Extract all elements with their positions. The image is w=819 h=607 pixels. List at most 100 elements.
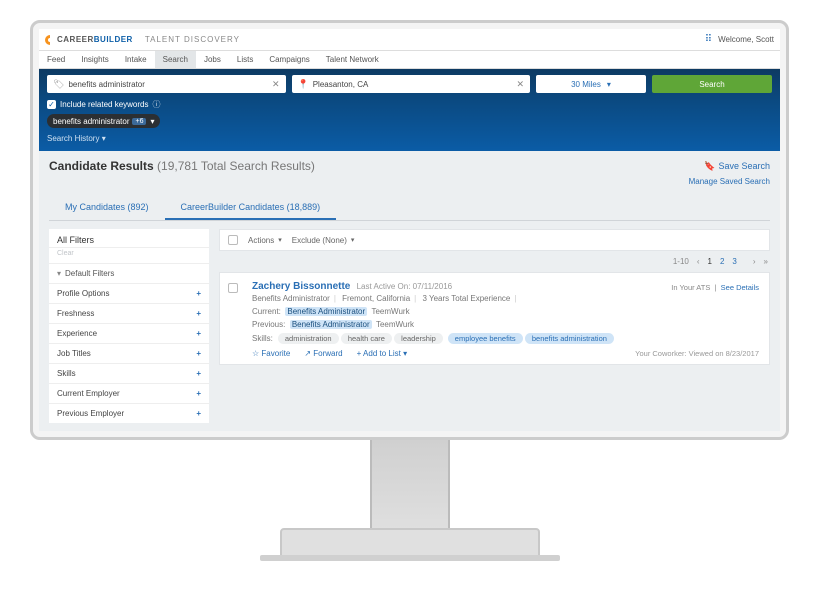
skill-tag[interactable]: health care <box>341 333 392 344</box>
filter-current-employer[interactable]: Current Employer+ <box>49 383 209 403</box>
filters-group-title[interactable]: ▾ Default Filters <box>49 263 209 283</box>
bookmark-icon: 🔖 <box>704 161 715 172</box>
filter-experience[interactable]: Experience+ <box>49 323 209 343</box>
pager-page-1[interactable]: 1 <box>708 257 712 266</box>
plus-icon: + <box>196 329 201 338</box>
pager-page-3[interactable]: 3 <box>732 257 736 266</box>
top-bar: CAREERBUILDER TALENT DISCOVERY ⠿ Welcome… <box>39 29 780 51</box>
radius-value: 30 Miles <box>571 80 601 89</box>
results-count: (19,781 Total Search Results) <box>157 159 315 173</box>
save-search-link[interactable]: 🔖 Save Search <box>704 161 770 172</box>
main-menu: FeedInsightsIntakeSearchJobsListsCampaig… <box>39 51 780 69</box>
plus-icon: + <box>196 409 201 418</box>
candidate-name[interactable]: Zachery Bissonnette <box>252 281 350 292</box>
pager: 1-10 ‹ 123 › » <box>219 251 770 272</box>
skills-label: Skills: <box>252 334 273 343</box>
plus-icon: + <box>196 389 201 398</box>
chevron-down-icon: ▾ <box>57 269 61 278</box>
select-all-checkbox[interactable] <box>228 235 238 245</box>
menu-search[interactable]: Search <box>155 51 196 68</box>
pager-prev-icon[interactable]: ‹ <box>697 257 700 266</box>
radius-select[interactable]: 30 Miles ▾ <box>536 75 646 93</box>
pager-last-icon[interactable]: » <box>764 257 768 266</box>
monitor-stand-neck <box>370 440 450 535</box>
skill-tag-highlight[interactable]: benefits administration <box>525 333 614 344</box>
menu-campaigns[interactable]: Campaigns <box>261 51 317 68</box>
filters-clear-link[interactable]: Clear <box>49 248 209 263</box>
plus-icon: + <box>196 349 201 358</box>
candidate-card: In Your ATS | See Details Zachery Bisson… <box>219 272 770 365</box>
brand-logo: CAREERBUILDER <box>45 35 133 45</box>
search-history-link[interactable]: Search History ▾ <box>47 134 772 143</box>
candidate-last-active: Last Active On: 07/11/2016 <box>357 282 453 291</box>
skill-tag[interactable]: administration <box>278 333 339 344</box>
monitor-stand-base <box>280 528 540 558</box>
menu-insights[interactable]: Insights <box>73 51 117 68</box>
keyword-pill[interactable]: benefits administrator +6 ▾ <box>47 114 160 128</box>
actions-bar: Actions ▾ Exclude (None) ▾ <box>219 229 770 251</box>
clear-keyword-icon[interactable]: ✕ <box>272 79 280 90</box>
filters-header: All Filters <box>49 229 209 248</box>
filter-profile-options[interactable]: Profile Options+ <box>49 283 209 303</box>
search-button[interactable]: Search <box>652 75 772 93</box>
pager-page-2[interactable]: 2 <box>720 257 724 266</box>
menu-talent-network[interactable]: Talent Network <box>318 51 387 68</box>
add-to-list-button[interactable]: + Add to List ▾ <box>357 349 408 358</box>
brand-text-right: BUILDER <box>94 35 133 44</box>
location-value: Pleasanton, CA <box>313 80 369 89</box>
result-tab-0[interactable]: My Candidates (892) <box>49 196 165 220</box>
pager-next-icon[interactable]: › <box>753 257 756 266</box>
candidate-previous: Previous: Benefits Administrator TeemWur… <box>252 320 759 329</box>
candidate-current: Current: Benefits Administrator TeemWurk <box>252 307 759 316</box>
result-tabs: My Candidates (892)CareerBuilder Candida… <box>49 196 770 221</box>
menu-intake[interactable]: Intake <box>117 51 155 68</box>
menu-feed[interactable]: Feed <box>39 51 73 68</box>
results-header-row: Candidate Results (19,781 Total Search R… <box>49 159 770 173</box>
clear-location-icon[interactable]: ✕ <box>516 79 524 90</box>
chevron-down-icon: ▾ <box>351 236 355 244</box>
monitor-stand-foot <box>260 555 560 561</box>
chevron-down-icon: ▾ <box>102 134 106 143</box>
menu-jobs[interactable]: Jobs <box>196 51 229 68</box>
menu-lists[interactable]: Lists <box>229 51 261 68</box>
monitor-frame: CAREERBUILDER TALENT DISCOVERY ⠿ Welcome… <box>30 20 789 440</box>
keyword-value: benefits administrator <box>68 80 144 89</box>
skill-tag[interactable]: leadership <box>394 333 443 344</box>
keyword-pill-label: benefits administrator <box>53 117 129 126</box>
location-input[interactable]: 📍 Pleasanton, CA ✕ <box>292 75 531 93</box>
filter-job-titles[interactable]: Job Titles+ <box>49 343 209 363</box>
filter-skills[interactable]: Skills+ <box>49 363 209 383</box>
plus-icon: + <box>196 289 201 298</box>
actions-dropdown[interactable]: Actions ▾ <box>248 236 282 245</box>
search-band: 🏷 benefits administrator ✕ 📍 Pleasanton,… <box>39 69 780 151</box>
manage-saved-link[interactable]: Manage Saved Search <box>49 177 770 186</box>
filter-freshness[interactable]: Freshness+ <box>49 303 209 323</box>
keyword-pill-count: +6 <box>132 118 146 125</box>
filter-previous-employer[interactable]: Previous Employer+ <box>49 403 209 423</box>
product-name: TALENT DISCOVERY <box>145 35 240 44</box>
keyword-input[interactable]: 🏷 benefits administrator ✕ <box>47 75 286 93</box>
welcome-user[interactable]: Welcome, Scott <box>718 35 774 44</box>
info-icon[interactable]: ⓘ <box>153 99 161 110</box>
tag-icon: 🏷 <box>53 79 64 90</box>
results-heading: Candidate Results (19,781 Total Search R… <box>49 159 315 173</box>
chevron-down-icon: ▾ <box>150 117 154 126</box>
screen: CAREERBUILDER TALENT DISCOVERY ⠿ Welcome… <box>39 29 780 431</box>
apps-grid-icon[interactable]: ⠿ <box>705 34 712 45</box>
include-related-checkbox[interactable]: ✓ Include related keywords ⓘ <box>47 99 161 110</box>
pager-window: 1-10 <box>673 257 689 266</box>
card-top-right: In Your ATS | See Details <box>671 283 759 292</box>
result-tab-1[interactable]: CareerBuilder Candidates (18,889) <box>165 196 337 220</box>
candidate-subline: Benefits Administrator| Fremont, Califor… <box>252 294 759 303</box>
check-icon: ✓ <box>47 100 56 109</box>
chevron-down-icon: ▾ <box>278 236 282 244</box>
forward-button[interactable]: ↗ Forward <box>304 349 342 358</box>
see-details-link[interactable]: See Details <box>721 283 759 292</box>
exclude-dropdown[interactable]: Exclude (None) ▾ <box>292 236 355 245</box>
favorite-button[interactable]: ☆ Favorite <box>252 349 290 358</box>
skill-tag-highlight[interactable]: employee benefits <box>448 333 523 344</box>
chevron-down-icon: ▾ <box>607 80 611 89</box>
candidate-checkbox[interactable] <box>228 283 238 293</box>
in-ats-badge: In Your ATS <box>671 283 710 292</box>
body: Candidate Results (19,781 Total Search R… <box>39 151 780 431</box>
